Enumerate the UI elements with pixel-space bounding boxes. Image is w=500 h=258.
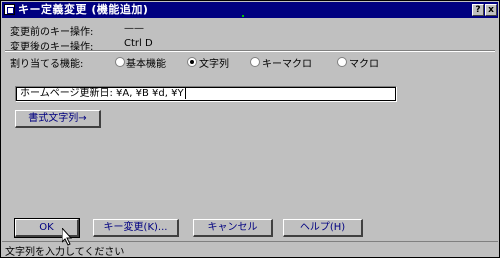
- radio-label-string[interactable]: 文字列: [199, 55, 229, 70]
- dialog-window: キー定義変更 (機能追加) ? x 変更前のキー操作: —— 変更後のキー操作:…: [0, 0, 500, 258]
- assign-function-label: 割り当てる機能:: [10, 59, 84, 70]
- radio-macro[interactable]: [337, 57, 347, 67]
- status-bar: 文字列を入力してください: [2, 241, 498, 258]
- mouse-cursor-icon: [62, 228, 73, 246]
- close-title-button[interactable]: x: [485, 4, 497, 16]
- before-key-label: 変更前のキー操作:: [10, 27, 94, 38]
- string-input-value: ホームページ更新日: ¥A, ¥B ¥d, ¥Y: [20, 88, 184, 99]
- indicator-dot: [242, 15, 244, 17]
- before-key-value: ——: [124, 23, 144, 34]
- cancel-button[interactable]: キャンセル: [193, 219, 273, 237]
- string-input[interactable]: ホームページ更新日: ¥A, ¥B ¥d, ¥Y: [15, 86, 397, 102]
- key-change-button[interactable]: キー変更(K)...: [93, 219, 179, 237]
- radio-label-basic-function[interactable]: 基本機能: [126, 55, 166, 70]
- help-title-button[interactable]: ?: [472, 4, 484, 16]
- help-button[interactable]: ヘルプ(H): [283, 219, 363, 237]
- radio-string[interactable]: [187, 57, 197, 67]
- separator: [5, 50, 495, 52]
- radio-label-key-macro[interactable]: キーマクロ: [262, 55, 312, 70]
- format-string-button[interactable]: 書式文字列→: [15, 110, 101, 128]
- window-title: キー定義変更 (機能追加): [18, 3, 149, 16]
- radio-key-macro[interactable]: [250, 57, 260, 67]
- app-icon: [4, 4, 15, 15]
- radio-basic-function[interactable]: [115, 57, 125, 67]
- radio-label-macro[interactable]: マクロ: [349, 55, 379, 70]
- text-caret: [184, 87, 186, 99]
- after-key-value: Ctrl D: [124, 38, 153, 49]
- title-bar: キー定義変更 (機能追加) ? x: [2, 2, 498, 18]
